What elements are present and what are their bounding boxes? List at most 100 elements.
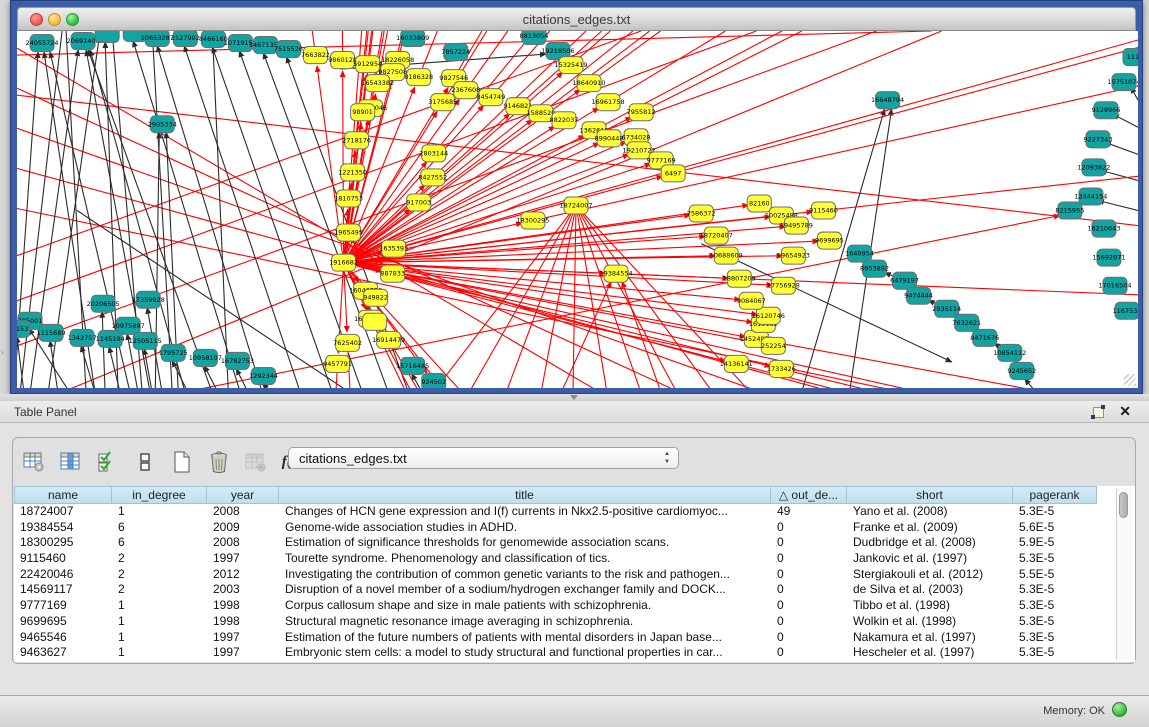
graph-node[interactable]: 12505115	[129, 332, 162, 349]
graph-node[interactable]: 1145194	[96, 330, 125, 347]
graph-node[interactable]: 1795725	[159, 344, 188, 361]
graph-node[interactable]: 17016504	[1098, 277, 1131, 294]
graph-node[interactable]: 917003	[406, 194, 431, 211]
graph-node[interactable]: 10958107	[189, 349, 222, 366]
resize-grip[interactable]	[1124, 374, 1136, 386]
graph-node[interactable]: 9457791	[323, 355, 352, 372]
graph-node[interactable]: 924502	[421, 373, 446, 388]
column-header-pagerank[interactable]: pagerank	[1013, 486, 1097, 504]
graph-node[interactable]: 9084067	[737, 292, 766, 309]
graph-node[interactable]: 82160	[747, 195, 771, 212]
graph-edge[interactable]	[1025, 379, 1037, 388]
graph-node[interactable]: 16210643	[1087, 220, 1120, 237]
graph-edge[interactable]	[344, 263, 773, 285]
table-row[interactable]: 1938455462009Genome-wide association stu…	[14, 520, 1135, 536]
graph-node[interactable]: 1115689	[37, 324, 66, 341]
graph-edge[interactable]	[212, 31, 228, 388]
graph-node[interactable]: 8471676	[970, 329, 999, 346]
network-view[interactable]: 2405572420691406106532871527902846616010…	[17, 31, 1138, 388]
graph-node[interactable]: 7625402	[333, 334, 362, 351]
graph-edge[interactable]	[344, 263, 771, 367]
graph-edge[interactable]	[102, 312, 105, 388]
row-height-icon[interactable]	[132, 449, 158, 475]
graph-node[interactable]: 16543382	[361, 75, 394, 92]
vertical-scrollbar[interactable]	[1116, 488, 1131, 660]
graph-node[interactable]: 18300295	[516, 212, 549, 229]
graph-edge[interactable]	[393, 274, 924, 388]
graph-node[interactable]: 7955812	[627, 104, 656, 121]
graph-node[interactable]	[363, 313, 387, 330]
graph-node[interactable]: 949822	[363, 289, 388, 306]
table-row[interactable]: 977716911998Corpus callosum shape and si…	[14, 598, 1135, 614]
table-row[interactable]: 1456911722003Disruption of a novel membe…	[14, 582, 1135, 598]
column-header-out_de[interactable]: △ out_de...	[771, 486, 847, 504]
graph-edge[interactable]	[344, 263, 347, 332]
table-row[interactable]: 2242004622012Investigating the contribut…	[14, 567, 1135, 583]
graph-node[interactable]: 15325419	[554, 57, 587, 74]
graph-node[interactable]: 1167533	[1113, 302, 1138, 319]
graph-node[interactable]: 6479197	[890, 272, 919, 289]
graph-node[interactable]: 15692971	[1092, 249, 1125, 266]
graph-node[interactable]: 12093822	[1077, 159, 1110, 176]
window-titlebar[interactable]: citations_edges.txt	[17, 7, 1136, 31]
graph-node[interactable]: 1640954	[845, 245, 874, 262]
scrollbar-thumb[interactable]	[1119, 492, 1128, 518]
graph-node[interactable]: 19495789	[780, 217, 813, 234]
table-row[interactable]: 969969511998Structural magnetic resonanc…	[14, 614, 1135, 630]
graph-node[interactable]: 1292344	[249, 367, 278, 384]
graph-node[interactable]: 20206505	[87, 295, 120, 312]
graph-node[interactable]: 17756928	[767, 277, 800, 294]
graph-node[interactable]: 9699695	[815, 232, 844, 249]
graph-edge[interactable]	[212, 47, 332, 388]
graph-edge[interactable]	[109, 347, 120, 388]
float-window-icon[interactable]	[1091, 405, 1105, 419]
graph-node[interactable]: 3175685	[428, 94, 457, 111]
graph-node[interactable]: 1733426	[767, 360, 796, 377]
new-table-icon[interactable]	[169, 449, 195, 475]
table-row[interactable]: 1872400712008Changes of HCN gene express…	[14, 504, 1135, 520]
graph-node[interactable]: 1112	[1123, 49, 1138, 66]
graph-node[interactable]: 8990448	[595, 130, 624, 147]
graph-node-hub[interactable]: 18724007	[559, 197, 592, 214]
graph-node[interactable]: 9129966	[1091, 102, 1120, 119]
table-settings-icon[interactable]	[21, 449, 47, 475]
graph-node[interactable]: 2803144	[419, 145, 448, 162]
column-header-name[interactable]: name	[14, 486, 112, 504]
graph-node[interactable]: 9115460	[809, 202, 838, 219]
graph-node[interactable]: 16033809	[396, 31, 429, 47]
graph-node[interactable]: 8427552	[418, 169, 447, 186]
graph-node[interactable]: 8215955	[1055, 202, 1084, 219]
graph-node[interactable]: 9245652	[1007, 362, 1036, 379]
graph-edge[interactable]	[576, 205, 713, 388]
graph-node[interactable]: 887833	[380, 265, 405, 282]
graph-node[interactable]: 1810753	[334, 190, 363, 207]
panel-collapse-icon[interactable]: ›	[1, 348, 4, 357]
graph-node[interactable]: 9474444	[904, 287, 933, 304]
show-columns-icon[interactable]	[58, 449, 84, 475]
graph-node[interactable]: 98901	[351, 104, 375, 121]
graph-node[interactable]: 7586372	[687, 205, 716, 222]
graph-node[interactable]: 15751074	[1107, 74, 1138, 91]
graph-node[interactable]: 2718176	[342, 132, 371, 149]
graph-node[interactable]: 18807209	[723, 270, 756, 287]
graph-node[interactable]: 16914479	[372, 331, 405, 348]
graph-node[interactable]: 24055724	[26, 35, 59, 52]
graph-node[interactable]: 1342757	[68, 329, 97, 346]
graph-node[interactable]: 7663822	[301, 47, 330, 64]
graph-node[interactable]: 15716485	[396, 357, 429, 374]
network-canvas[interactable]: 2405572420691406106532871527902846616010…	[17, 31, 1138, 388]
graph-node[interactable]: 8953892	[860, 260, 889, 277]
graph-node[interactable]: 18720407	[700, 227, 733, 244]
graph-node[interactable]: 7632621	[952, 314, 981, 331]
graph-node[interactable]: 8186328	[404, 69, 433, 86]
graph-node[interactable]: 16782753	[221, 352, 254, 369]
graph-node[interactable]	[95, 31, 119, 43]
graph-node[interactable]: 1965495	[334, 224, 363, 241]
graph-node[interactable]: 252254	[761, 337, 786, 354]
graph-node[interactable]: 7857224	[441, 44, 470, 61]
graph-edge[interactable]	[1098, 200, 1138, 210]
graph-node[interactable]: 1635393	[379, 240, 408, 257]
select-all-icon[interactable]	[95, 449, 121, 475]
graph-node[interactable]: 19384554	[600, 265, 633, 282]
graph-edge[interactable]	[673, 48, 1138, 174]
